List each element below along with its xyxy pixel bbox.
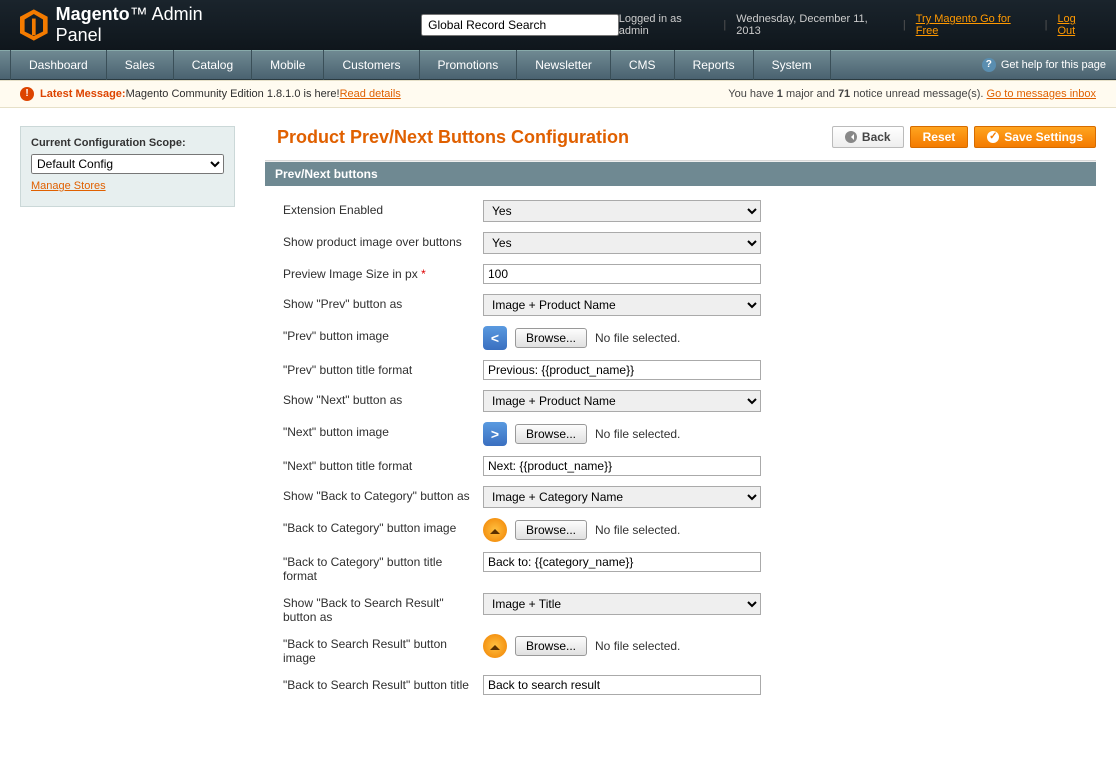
global-search-input[interactable]	[421, 14, 619, 36]
manage-stores-link[interactable]: Manage Stores	[31, 180, 106, 192]
brand-text: Magento™ Admin Panel	[56, 4, 251, 46]
back-search-title-label: "Back to Search Result" button title	[283, 675, 483, 692]
prev-button-preview-icon: <	[483, 326, 507, 350]
header-right: Logged in as admin | Wednesday, December…	[619, 13, 1096, 37]
back-search-img-label: "Back to Search Result" button image	[283, 634, 483, 665]
messages-inbox-link[interactable]: Go to messages inbox	[987, 88, 1096, 100]
ext-enabled-select[interactable]: Yes	[483, 200, 761, 222]
back-arrow-icon	[845, 131, 857, 143]
nav-catalog[interactable]: Catalog	[174, 50, 252, 80]
back-search-browse-button[interactable]: Browse...	[515, 636, 587, 656]
section-header[interactable]: Prev/Next buttons	[265, 162, 1096, 186]
back-cat-file-status: No file selected.	[595, 523, 680, 537]
prev-img-browse-button[interactable]: Browse...	[515, 328, 587, 348]
page-title: Product Prev/Next Buttons Configuration	[277, 127, 629, 148]
back-search-title-input[interactable]	[483, 675, 761, 695]
page-header: Product Prev/Next Buttons Configuration …	[265, 126, 1096, 148]
next-title-input[interactable]	[483, 456, 761, 476]
header-bar: Magento™ Admin Panel Logged in as admin …	[0, 0, 1116, 50]
nav-cms[interactable]: CMS	[611, 50, 675, 80]
config-form: Extension Enabled Yes Show product image…	[265, 186, 1096, 700]
alert-icon: !	[20, 87, 34, 101]
back-cat-title-label: "Back to Category" button title format	[283, 552, 483, 583]
back-cat-preview-icon	[483, 518, 507, 542]
show-next-select[interactable]: Image + Product Name	[483, 390, 761, 412]
back-button[interactable]: Back	[832, 126, 904, 148]
try-magento-link[interactable]: Try Magento Go for Free	[916, 13, 1035, 37]
logged-in-text: Logged in as admin	[619, 13, 714, 37]
preview-size-input[interactable]	[483, 264, 761, 284]
prev-title-input[interactable]	[483, 360, 761, 380]
show-img-label: Show product image over buttons	[283, 232, 483, 249]
show-prev-label: Show "Prev" button as	[283, 294, 483, 311]
brand-logo: Magento™ Admin Panel	[20, 4, 251, 46]
nav-dashboard[interactable]: Dashboard	[10, 50, 107, 80]
prev-img-label: "Prev" button image	[283, 326, 483, 343]
nav-newsletter[interactable]: Newsletter	[517, 50, 611, 80]
prev-title-label: "Prev" button title format	[283, 360, 483, 377]
config-scope-sidebar: Current Configuration Scope: Default Con…	[20, 126, 235, 207]
preview-size-label: Preview Image Size in px *	[283, 264, 483, 281]
show-prev-select[interactable]: Image + Product Name	[483, 294, 761, 316]
help-icon: ?	[982, 58, 996, 72]
back-cat-title-input[interactable]	[483, 552, 761, 572]
reset-button[interactable]: Reset	[910, 126, 969, 148]
back-search-file-status: No file selected.	[595, 639, 680, 653]
nav-customers[interactable]: Customers	[324, 50, 419, 80]
main-content: Product Prev/Next Buttons Configuration …	[265, 126, 1096, 700]
header-date: Wednesday, December 11, 2013	[736, 13, 893, 37]
show-next-label: Show "Next" button as	[283, 390, 483, 407]
show-back-cat-label: Show "Back to Category" button as	[283, 486, 483, 503]
nav-promotions[interactable]: Promotions	[420, 50, 518, 80]
show-img-select[interactable]: Yes	[483, 232, 761, 254]
back-cat-browse-button[interactable]: Browse...	[515, 520, 587, 540]
nav-sales[interactable]: Sales	[107, 50, 174, 80]
logout-link[interactable]: Log Out	[1057, 13, 1096, 37]
magento-icon	[20, 9, 48, 41]
msg-right: You have 1 major and 71 notice unread me…	[728, 88, 1096, 100]
nav-mobile[interactable]: Mobile	[252, 50, 324, 80]
scope-title: Current Configuration Scope:	[31, 137, 224, 149]
next-button-preview-icon: >	[483, 422, 507, 446]
back-cat-img-label: "Back to Category" button image	[283, 518, 483, 535]
check-icon: ✓	[987, 131, 999, 143]
nav-items: Dashboard Sales Catalog Mobile Customers…	[10, 50, 831, 80]
save-button[interactable]: ✓Save Settings	[974, 126, 1096, 148]
msg-text: Magento Community Edition 1.8.1.0 is her…	[126, 88, 340, 100]
next-img-browse-button[interactable]: Browse...	[515, 424, 587, 444]
prev-img-file-status: No file selected.	[595, 331, 680, 345]
ext-enabled-label: Extension Enabled	[283, 200, 483, 217]
next-img-label: "Next" button image	[283, 422, 483, 439]
nav-reports[interactable]: Reports	[675, 50, 754, 80]
next-title-label: "Next" button title format	[283, 456, 483, 473]
read-details-link[interactable]: Read details	[340, 88, 401, 100]
main-nav: Dashboard Sales Catalog Mobile Customers…	[0, 50, 1116, 80]
msg-label: Latest Message:	[40, 88, 126, 100]
message-bar: ! Latest Message: Magento Community Edit…	[0, 80, 1116, 108]
show-back-cat-select[interactable]: Image + Category Name	[483, 486, 761, 508]
show-back-search-label: Show "Back to Search Result" button as	[283, 593, 483, 624]
scope-select[interactable]: Default Config	[31, 154, 224, 174]
back-search-preview-icon	[483, 634, 507, 658]
nav-system[interactable]: System	[754, 50, 831, 80]
next-img-file-status: No file selected.	[595, 427, 680, 441]
show-back-search-select[interactable]: Image + Title	[483, 593, 761, 615]
help-link[interactable]: ? Get help for this page	[982, 58, 1106, 72]
